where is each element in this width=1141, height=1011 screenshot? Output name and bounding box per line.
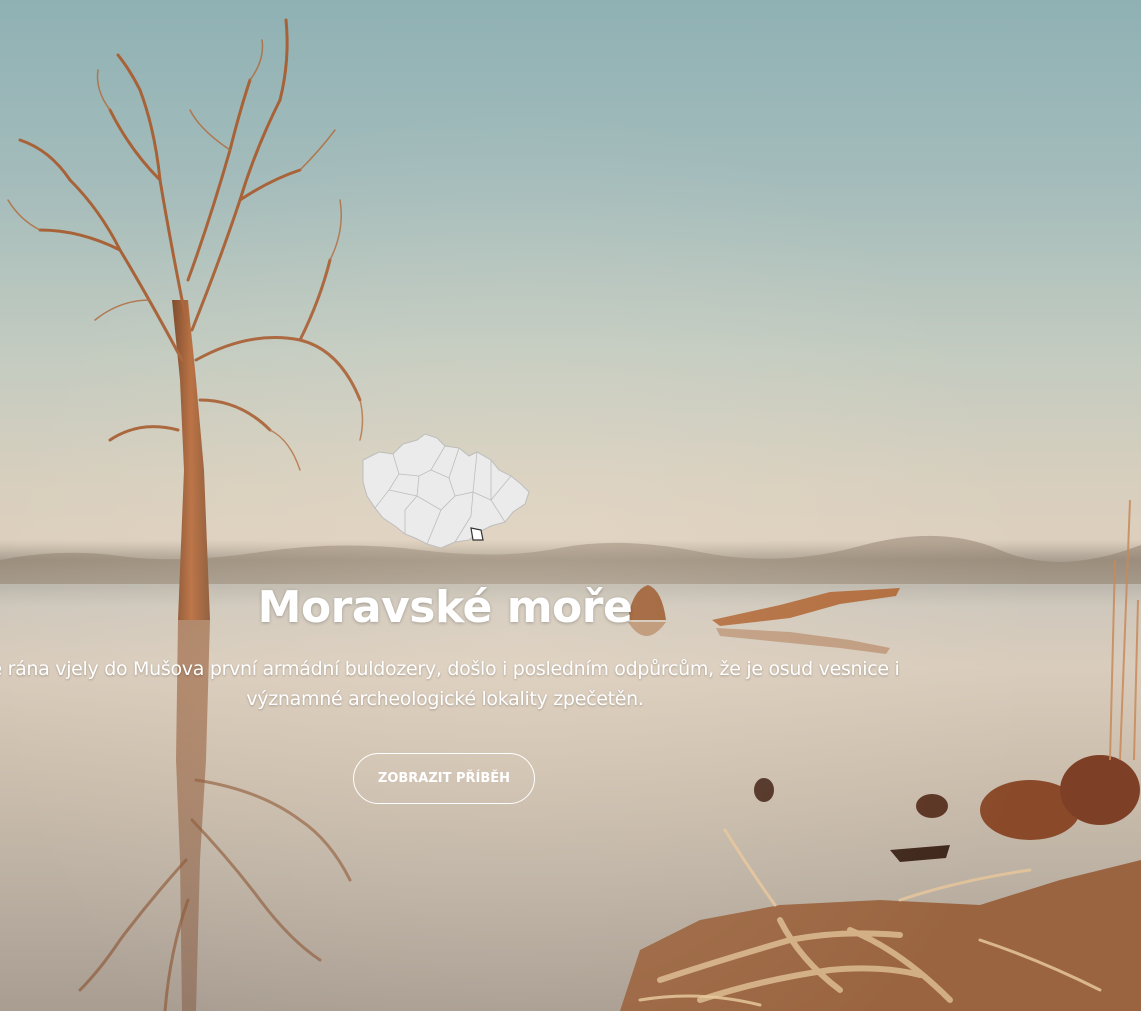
story-title: Moravské moře (257, 582, 633, 633)
hero-section: Moravské moře e rána vjely do Mušova prv… (0, 0, 1141, 1011)
hero-content: Moravské moře e rána vjely do Mušova prv… (0, 0, 1141, 1011)
story-description: e rána vjely do Mušova první armádní bul… (0, 658, 900, 710)
czech-republic-map-icon (362, 433, 530, 549)
show-story-button[interactable]: ZOBRAZIT PŘÍBĚH (353, 753, 535, 804)
